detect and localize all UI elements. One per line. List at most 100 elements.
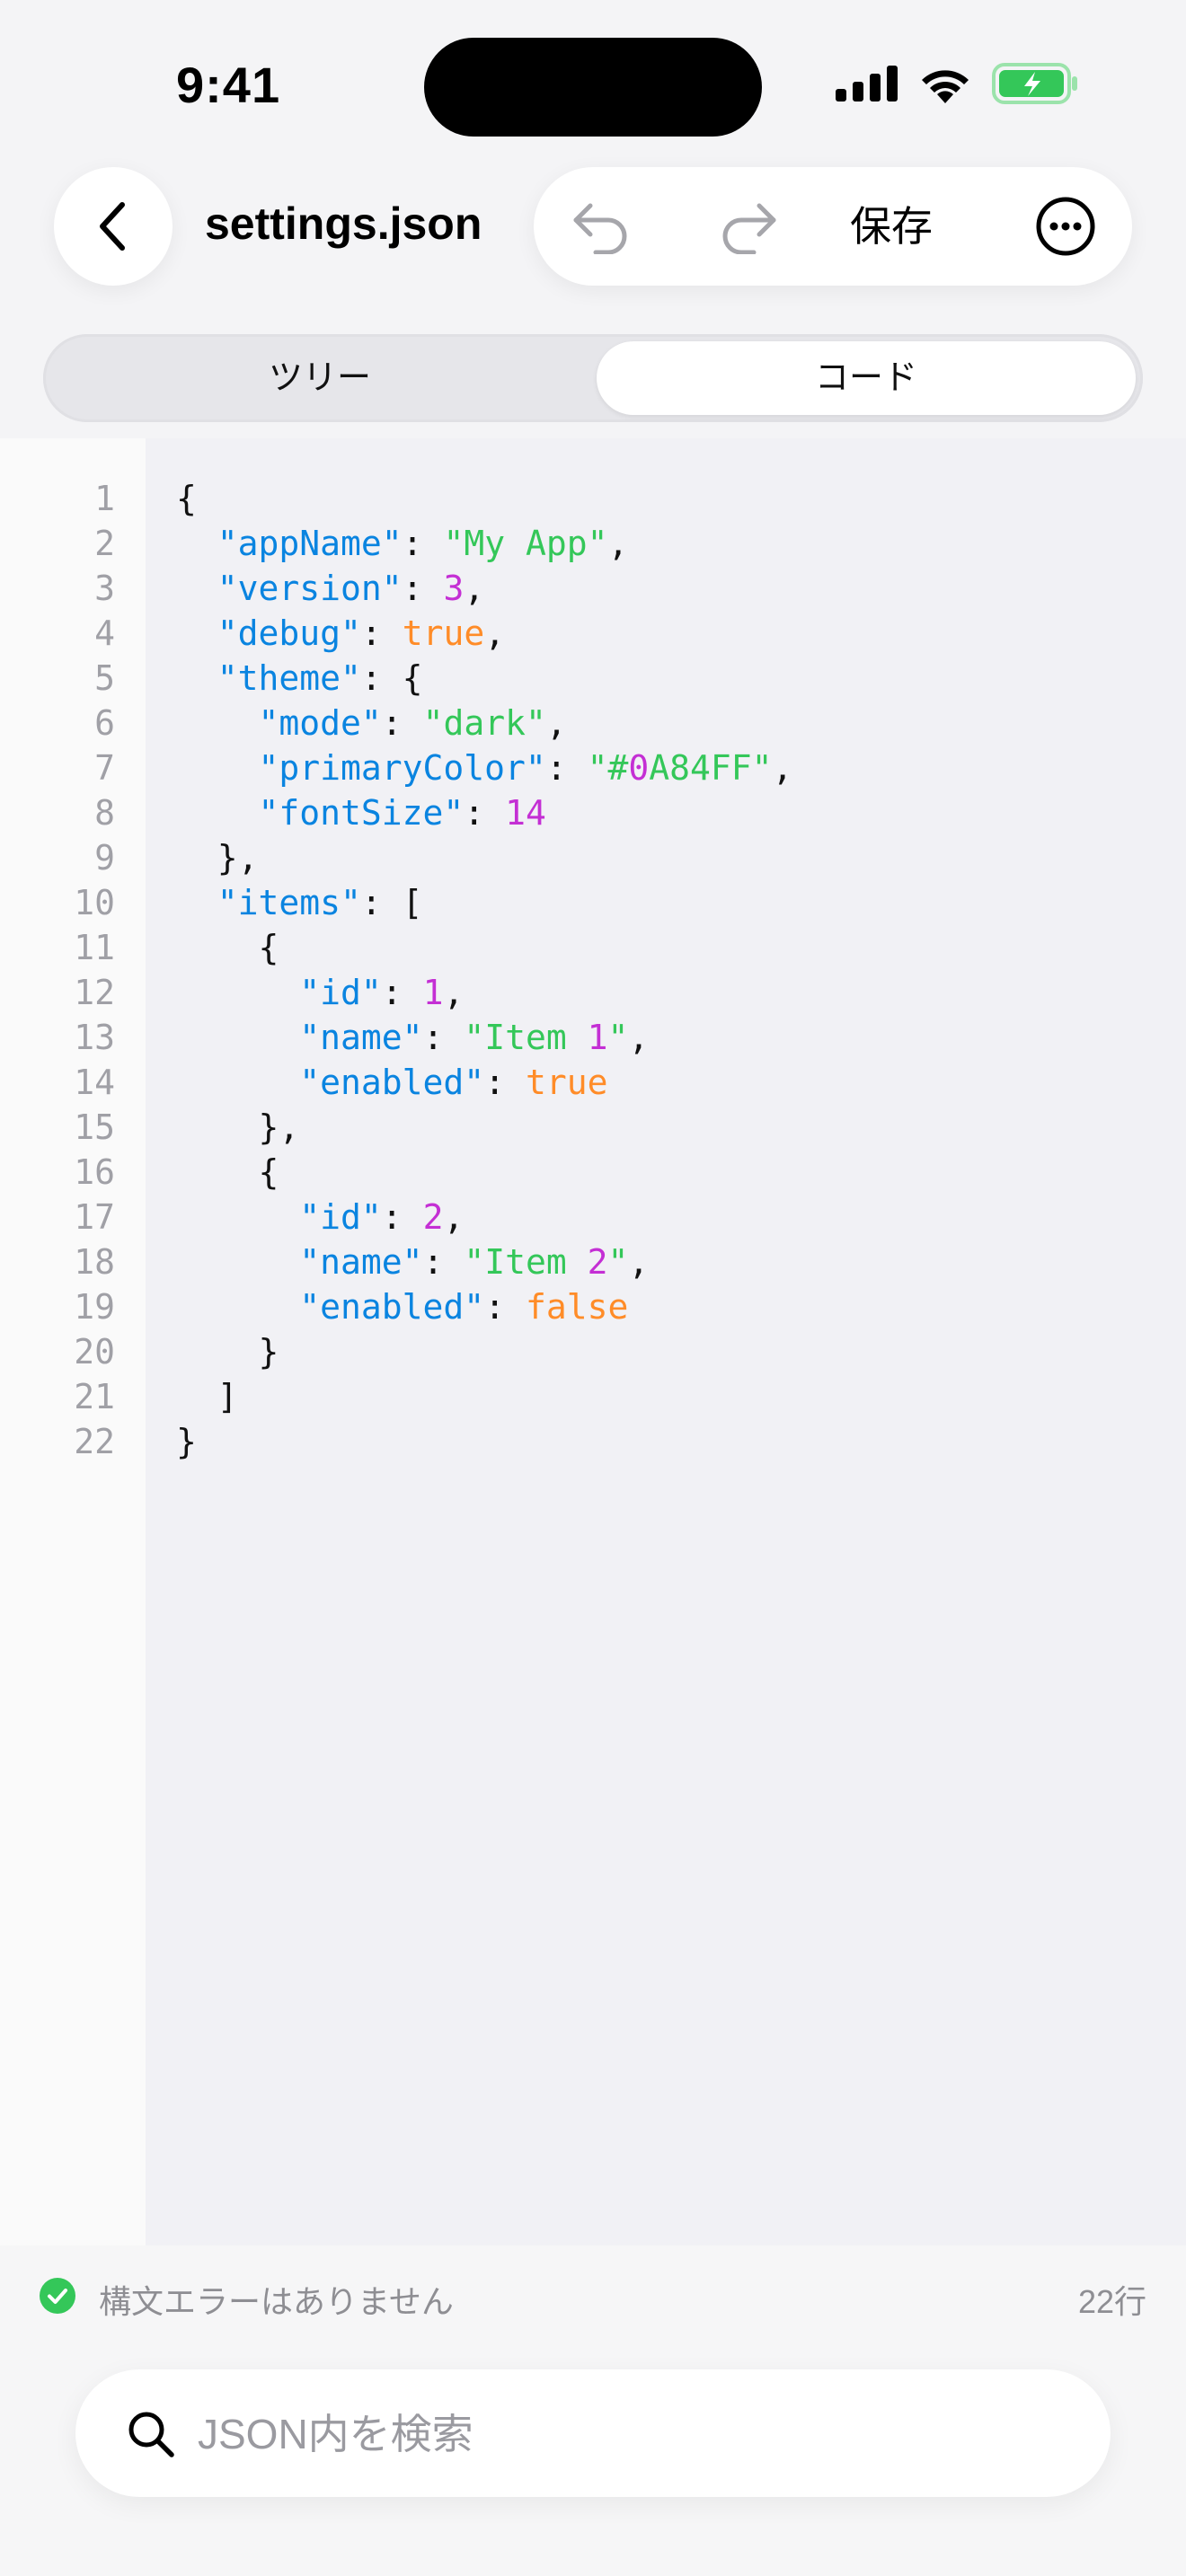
json-punctuation-token: : <box>422 1242 465 1282</box>
json-string-token: " <box>607 1018 629 1057</box>
line-number: 16 <box>74 1152 115 1192</box>
code-line: { <box>176 476 792 521</box>
line-number: 13 <box>74 1018 115 1057</box>
code-line: "enabled": false <box>176 1284 792 1329</box>
json-string-token: "My App" <box>443 524 608 563</box>
json-punctuation-token: : <box>360 613 403 653</box>
code-line: "items": [ <box>176 880 792 925</box>
checkmark-circle-icon <box>40 2278 75 2314</box>
json-key-token: "id" <box>299 973 382 1012</box>
json-punctuation-token: ] <box>176 1377 238 1416</box>
save-button[interactable]: 保存 <box>850 194 933 259</box>
json-punctuation-token: { <box>176 1152 279 1192</box>
code-content: { "appName": "My App", "version": 3, "de… <box>176 476 792 1464</box>
editor-toolbar: 保存 <box>534 167 1132 286</box>
search-icon <box>128 2412 174 2457</box>
line-number: 6 <box>94 703 115 743</box>
status-bar: 9:41 <box>0 0 1186 171</box>
json-punctuation-token: : <box>381 973 423 1012</box>
json-punctuation-token: , <box>772 748 793 788</box>
tab-tree[interactable]: ツリー <box>50 341 589 415</box>
json-string-token: A84FF" <box>649 748 773 788</box>
line-number: 15 <box>74 1107 115 1147</box>
json-string-token: "dark" <box>422 703 546 743</box>
json-punctuation-token: , <box>443 1197 465 1237</box>
code-editor[interactable]: 1 2 3 4 5 6 7 8 9 10 11 12 13 14 15 16 17 18 19 20 21 22 { "a… <box>0 438 1186 2245</box>
json-punctuation-token: : { <box>360 658 423 698</box>
status-time: 9:41 <box>176 57 281 113</box>
json-punctuation-token: , <box>628 1018 650 1057</box>
json-punctuation-token <box>176 748 259 788</box>
json-key-token: "appName" <box>217 524 403 563</box>
json-punctuation-token: , <box>628 1242 650 1282</box>
json-punctuation-token: : <box>464 793 506 833</box>
line-number: 19 <box>74 1287 115 1327</box>
json-punctuation-token <box>176 973 299 1012</box>
json-punctuation-token <box>176 569 217 608</box>
json-number-token: 3 <box>443 569 465 608</box>
json-punctuation-token: { <box>176 479 197 518</box>
tab-code[interactable]: コード <box>597 341 1136 415</box>
syntax-status-text: 構文エラーはありません <box>99 2283 454 2320</box>
redo-button[interactable] <box>715 194 783 259</box>
json-punctuation-token <box>176 1018 299 1057</box>
code-line: } <box>176 1419 792 1464</box>
json-key-token: "mode" <box>258 703 382 743</box>
dynamic-island <box>424 38 762 137</box>
code-line: }, <box>176 1105 792 1150</box>
json-number-token: 2 <box>587 1242 608 1282</box>
json-punctuation-token: , <box>545 703 567 743</box>
undo-button[interactable] <box>566 194 634 259</box>
line-number-gutter: 1 2 3 4 5 6 7 8 9 10 11 12 13 14 15 16 17 18 19 20 21 22 <box>0 438 146 2245</box>
code-line: { <box>176 1150 792 1195</box>
code-line: "version": 3, <box>176 566 792 611</box>
code-line: ] <box>176 1374 792 1419</box>
code-line: "fontSize": 14 <box>176 790 792 835</box>
line-count: 22行 <box>1077 2283 1146 2320</box>
json-punctuation-token: : <box>381 703 423 743</box>
line-number: 1 <box>94 479 115 518</box>
code-line: "id": 1, <box>176 970 792 1015</box>
code-line: "debug": true, <box>176 611 792 656</box>
back-button[interactable] <box>54 167 173 286</box>
line-number: 17 <box>74 1197 115 1237</box>
line-number: 9 <box>94 838 115 878</box>
json-key-token: "name" <box>299 1018 423 1057</box>
json-key-token: "enabled" <box>299 1063 485 1102</box>
json-number-token: 1 <box>587 1018 608 1057</box>
status-icons <box>836 63 1078 104</box>
json-punctuation-token <box>176 703 259 743</box>
search-input[interactable] <box>196 2396 1062 2472</box>
json-number-token: 0 <box>628 748 650 788</box>
json-punctuation-token: , <box>484 613 506 653</box>
json-punctuation-token <box>176 524 217 563</box>
json-punctuation-token: }, <box>176 1107 300 1147</box>
line-number: 21 <box>74 1377 115 1416</box>
search-bar[interactable] <box>75 2369 1111 2497</box>
file-title: settings.json <box>205 198 482 249</box>
json-punctuation-token: } <box>176 1332 279 1372</box>
line-number: 12 <box>74 973 115 1012</box>
json-punctuation-token: : <box>545 748 588 788</box>
code-line: }, <box>176 835 792 880</box>
wifi-icon <box>922 70 969 103</box>
json-key-token: "name" <box>299 1242 423 1282</box>
code-line: "mode": "dark", <box>176 701 792 745</box>
line-number: 2 <box>94 524 115 563</box>
json-punctuation-token <box>176 658 217 698</box>
json-string-token: "Item <box>464 1242 588 1282</box>
json-number-token: 14 <box>505 793 546 833</box>
line-number: 10 <box>74 883 115 922</box>
json-punctuation-token <box>176 1287 299 1327</box>
json-key-token: "debug" <box>217 613 361 653</box>
more-button[interactable] <box>1033 194 1098 259</box>
json-punctuation-token: , <box>607 524 629 563</box>
json-punctuation-token: : <box>484 1287 526 1327</box>
line-numbers: 1 2 3 4 5 6 7 8 9 10 11 12 13 14 15 16 17 18 19 20 21 22 <box>0 476 115 1464</box>
json-punctuation-token: : <box>381 1197 423 1237</box>
json-punctuation-token: : <box>402 569 444 608</box>
code-line: { <box>176 925 792 970</box>
undo-icon <box>573 203 627 254</box>
line-number: 18 <box>74 1242 115 1282</box>
redo-icon <box>722 203 776 254</box>
